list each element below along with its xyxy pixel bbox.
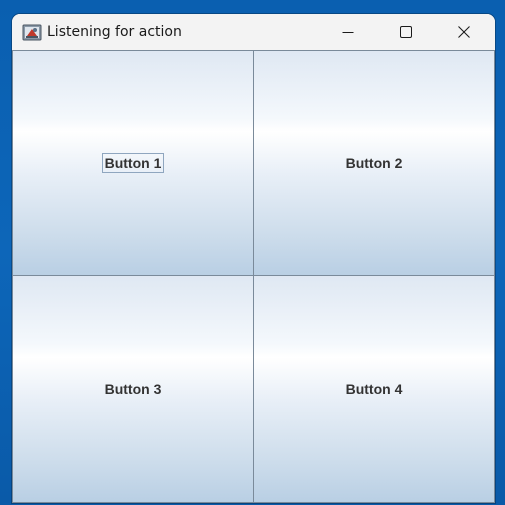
title-bar[interactable]: Listening for action (12, 14, 495, 50)
close-icon (458, 26, 470, 38)
button-1-label: Button 1 (101, 153, 165, 173)
button-2[interactable]: Button 2 (253, 50, 495, 276)
minimize-icon (342, 32, 354, 33)
button-4-label: Button 4 (345, 381, 403, 397)
window-title: Listening for action (47, 24, 182, 40)
button-2-label: Button 2 (345, 155, 403, 171)
button-1[interactable]: Button 1 (12, 50, 254, 276)
button-3-label: Button 3 (104, 381, 162, 397)
maximize-icon (400, 26, 412, 38)
button-4[interactable]: Button 4 (253, 275, 495, 503)
app-window: Listening for action Button 1 Button 2 B… (12, 14, 495, 503)
java-app-icon (22, 22, 42, 42)
close-button[interactable] (441, 14, 487, 50)
button-grid: Button 1 Button 2 Button 3 Button 4 (12, 50, 495, 503)
minimize-button[interactable] (325, 14, 371, 50)
maximize-button[interactable] (383, 14, 429, 50)
button-3[interactable]: Button 3 (12, 275, 254, 503)
